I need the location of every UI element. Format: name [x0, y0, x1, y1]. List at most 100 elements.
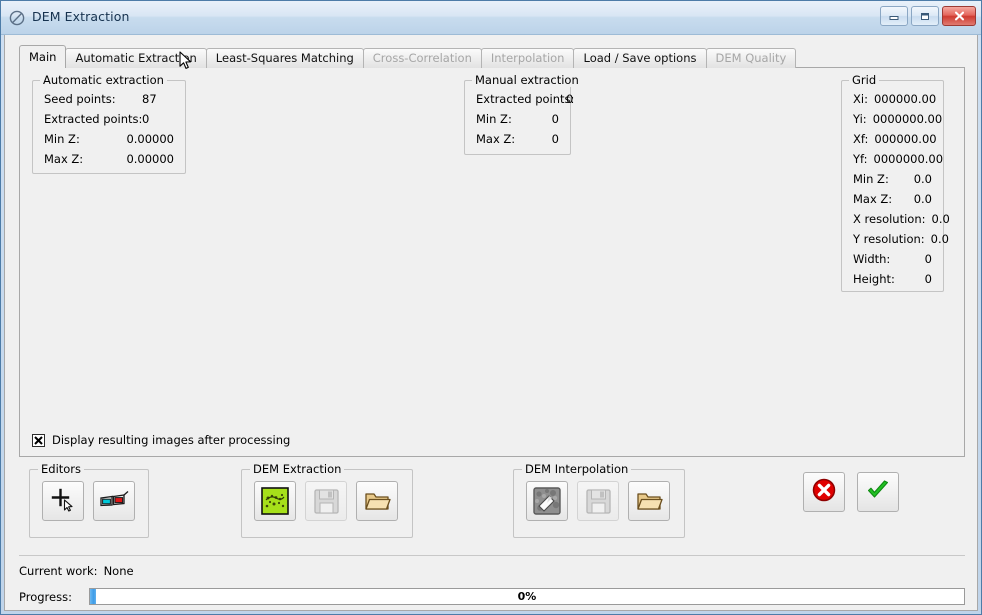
group-legend: Manual extraction — [472, 73, 582, 87]
row-value: 0.00000 — [126, 152, 174, 166]
row-key: Extracted points: — [44, 112, 143, 126]
row-value: 87 — [142, 92, 157, 106]
row-key: Max Z: — [44, 152, 84, 166]
row-min-z: Min Z: 0.00000 — [44, 133, 174, 146]
row-value: 0 — [566, 92, 574, 106]
display-results-checkbox-row[interactable]: Display resulting images after processin… — [32, 433, 290, 447]
row-width: Width: 0 — [853, 253, 932, 266]
title-bar[interactable]: DEM Extraction — [1, 1, 981, 35]
progress-row: Progress: 0% — [19, 588, 965, 605]
row-key: Seed points: — [44, 92, 116, 106]
row-max-z: Max Z: 0 — [476, 133, 559, 146]
group-legend: Grid — [849, 73, 880, 87]
tab-least-squares-matching[interactable]: Least-Squares Matching — [205, 48, 364, 68]
grid-rows: Xi: 000000.00 Yi: 0000000.00 Xf: 000000.… — [842, 81, 950, 286]
row-value: 0 — [924, 272, 932, 286]
row-key: Min Z: — [476, 112, 512, 126]
row-key: Max Z: — [476, 132, 516, 146]
run-dem-interpolation-button[interactable] — [526, 481, 568, 521]
maximize-button[interactable] — [911, 6, 939, 26]
automatic-extraction-group: Automatic extraction Seed points: 87 Ext… — [32, 73, 186, 174]
bottom-toolbars: Editors DEM Extraction DEM Interpolation — [19, 462, 965, 545]
row-value: 0.0 — [930, 232, 949, 246]
cancel-button[interactable] — [803, 472, 845, 512]
add-point-editor-button[interactable] — [42, 481, 84, 521]
open-dem-extraction-button[interactable] — [356, 481, 398, 521]
manual-extraction-rows: Extracted points: 0 Min Z: 0 Max Z: 0 — [465, 81, 574, 146]
row-max-z: Max Z: 0.0 — [853, 193, 932, 206]
tab-main[interactable]: Main — [19, 45, 67, 68]
dem-extraction-window: DEM Extraction Main Automatic Extraction… — [0, 0, 982, 615]
terrain-extract-icon — [261, 487, 289, 515]
ok-check-icon — [865, 477, 891, 507]
client-area: Main Automatic Extraction Least-Squares … — [4, 35, 978, 611]
row-key: Xf: — [853, 132, 869, 146]
run-dem-extraction-button[interactable] — [254, 481, 296, 521]
status-area: Current work: None Progress: 0% — [19, 556, 965, 610]
open-folder-icon — [364, 489, 391, 513]
dem-extraction-group: DEM Extraction — [241, 462, 413, 538]
save-dem-extraction-button — [305, 481, 347, 521]
row-yf: Yf: 0000000.00 — [853, 153, 943, 166]
anaglyph-viewer-button[interactable] — [93, 481, 135, 521]
close-button[interactable] — [942, 6, 976, 26]
tab-label: Load / Save options — [583, 51, 697, 65]
tab-interpolation: Interpolation — [480, 48, 575, 68]
tab-load-save-options[interactable]: Load / Save options — [573, 48, 707, 68]
row-value: 0.0 — [913, 172, 932, 186]
row-min-z: Min Z: 0 — [476, 113, 559, 126]
row-value: 0000000.00 — [873, 152, 944, 166]
group-legend: Automatic extraction — [40, 73, 167, 87]
row-key: Yi: — [853, 112, 867, 126]
window-title: DEM Extraction — [32, 9, 130, 25]
grayscale-dem-icon — [533, 487, 561, 515]
open-folder-icon — [636, 489, 663, 513]
row-key: X resolution: — [853, 212, 926, 226]
row-key: Min Z: — [44, 132, 80, 146]
row-value: 0.0 — [931, 212, 950, 226]
row-value: 0 — [551, 132, 559, 146]
row-value: 000000.00 — [874, 132, 937, 146]
editors-group: Editors — [29, 462, 149, 538]
row-value: 0.0 — [913, 192, 932, 206]
minimize-button[interactable] — [880, 6, 908, 26]
row-extracted-points: Extracted points: 0 — [44, 113, 174, 126]
tab-label: Least-Squares Matching — [215, 51, 354, 65]
tab-cross-correlation: Cross-Correlation — [362, 48, 482, 68]
dem-interpolation-buttons — [514, 470, 684, 521]
row-yi: Yi: 0000000.00 — [853, 112, 942, 126]
row-key: Xi: — [853, 92, 868, 106]
row-value: 0 — [142, 112, 150, 126]
grid-group: Grid Xi: 000000.00 Yi: 0000000.00 Xf: 00… — [841, 73, 950, 292]
floppy-save-icon — [313, 488, 340, 515]
dem-extraction-buttons — [242, 470, 412, 521]
current-work-value: None — [103, 564, 134, 578]
automatic-extraction-rows: Seed points: 87 Extracted points: 0 Min … — [33, 81, 185, 166]
current-work-row: Current work: None — [19, 556, 965, 578]
manual-extraction-group: Manual extraction Extracted points: 0 Mi… — [464, 73, 582, 155]
group-legend: Editors — [38, 462, 85, 476]
open-dem-interpolation-button[interactable] — [628, 481, 670, 521]
row-key: Max Z: — [853, 192, 893, 206]
dem-app-icon — [8, 9, 26, 27]
tab-label: Interpolation — [490, 51, 565, 65]
group-legend: DEM Extraction — [250, 462, 345, 476]
tab-label: Main — [29, 50, 57, 64]
progress-percent-text: 0% — [517, 590, 537, 603]
ok-button[interactable] — [857, 472, 899, 512]
editors-buttons — [30, 470, 148, 521]
tab-label: Cross-Correlation — [372, 51, 472, 65]
row-key: Width: — [853, 252, 891, 266]
row-value: 0.00000 — [126, 132, 174, 146]
row-extracted-points: Extracted points: 0 — [476, 93, 574, 106]
row-max-z: Max Z: 0.00000 — [44, 153, 174, 166]
tab-strip: Main Automatic Extraction Least-Squares … — [19, 45, 965, 68]
row-key: Min Z: — [853, 172, 889, 186]
display-results-checkbox[interactable] — [32, 433, 45, 447]
row-min-z: Min Z: 0.0 — [853, 173, 932, 186]
dialog-action-buttons — [803, 472, 899, 512]
progress-bar: 0% — [89, 588, 965, 605]
row-height: Height: 0 — [853, 273, 932, 286]
anaglyph-glasses-icon — [99, 489, 129, 513]
add-point-cursor-icon — [50, 488, 76, 514]
